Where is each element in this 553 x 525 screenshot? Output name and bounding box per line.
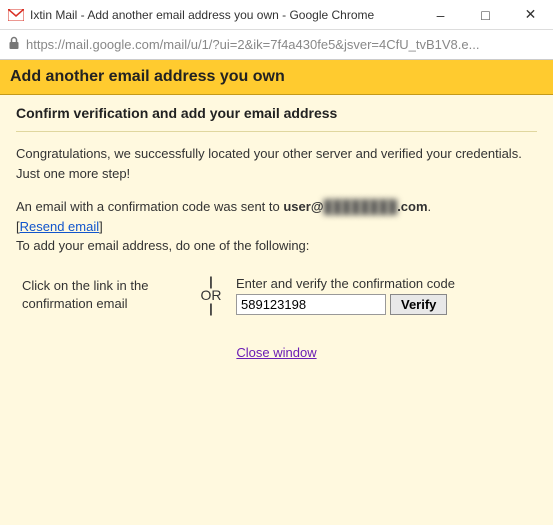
divider-bar-bottom: | bbox=[209, 304, 213, 313]
options-row: Click on the link in the confirmation em… bbox=[16, 276, 537, 315]
page-title: Add another email address you own bbox=[10, 68, 543, 86]
sent-suffix: . bbox=[428, 199, 432, 214]
option-click-link: Click on the link in the confirmation em… bbox=[16, 277, 186, 313]
url-text: https://mail.google.com/mail/u/1/?ui=2&i… bbox=[26, 37, 479, 52]
code-label: Enter and verify the confirmation code bbox=[236, 276, 537, 291]
sent-text: An email with a confirmation code was se… bbox=[16, 197, 537, 256]
confirmation-code-input[interactable] bbox=[236, 294, 386, 315]
divider-bar-top: | bbox=[209, 277, 213, 286]
code-input-row: Verify bbox=[236, 294, 537, 315]
address-bar[interactable]: https://mail.google.com/mail/u/1/?ui=2&i… bbox=[0, 30, 553, 60]
close-window-row: Close window bbox=[16, 345, 537, 360]
content-area: Confirm verification and add your email … bbox=[0, 95, 553, 525]
lock-icon bbox=[8, 36, 20, 53]
resend-email-link[interactable]: Resend email bbox=[20, 219, 100, 234]
congrats-text: Congratulations, we successfully located… bbox=[16, 144, 537, 183]
gmail-icon bbox=[8, 9, 24, 21]
window-controls: – □ ✕ bbox=[418, 0, 553, 30]
option-enter-code: Enter and verify the confirmation code V… bbox=[236, 276, 537, 315]
congrats-line1: Congratulations, we successfully located… bbox=[16, 146, 522, 161]
sub-header: Confirm verification and add your email … bbox=[16, 105, 537, 132]
verify-button[interactable]: Verify bbox=[390, 294, 447, 315]
page-header: Add another email address you own bbox=[0, 60, 553, 95]
or-divider: | OR | bbox=[186, 277, 236, 313]
sent-todo: To add your email address, do one of the… bbox=[16, 238, 309, 253]
close-window-link[interactable]: Close window bbox=[236, 345, 316, 360]
congrats-line2: Just one more step! bbox=[16, 166, 130, 181]
window-titlebar: Ixtin Mail - Add another email address y… bbox=[0, 0, 553, 30]
minimize-button[interactable]: – bbox=[418, 0, 463, 30]
close-button[interactable]: ✕ bbox=[508, 0, 553, 30]
window-title: Ixtin Mail - Add another email address y… bbox=[30, 8, 418, 22]
sent-user: user@ bbox=[283, 199, 323, 214]
maximize-button[interactable]: □ bbox=[463, 0, 508, 30]
sent-blur: ████████ bbox=[324, 199, 398, 214]
sent-prefix: An email with a confirmation code was se… bbox=[16, 199, 283, 214]
sent-domain: .com bbox=[397, 199, 427, 214]
